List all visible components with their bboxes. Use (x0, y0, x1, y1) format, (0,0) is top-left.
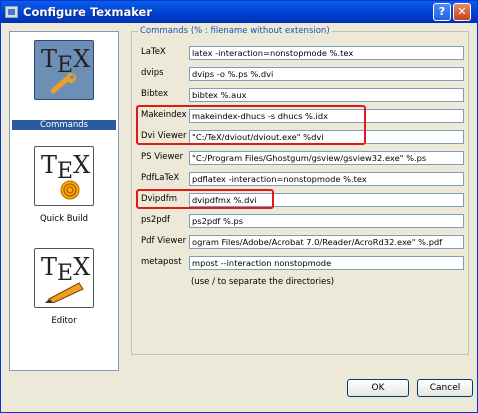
window-title: Configure Texmaker (23, 5, 153, 19)
sidebar-item-label: Quick Build (39, 214, 89, 224)
category-sidebar: TEX Commands TEX Quick Build TEX Editor (9, 31, 119, 371)
label-ps-viewer: PS Viewer (141, 152, 184, 162)
label-pdflatex: PdfLaTeX (141, 173, 180, 183)
sidebar-item-label: Commands (12, 120, 116, 130)
tex-logo: TEX (41, 151, 91, 184)
highlight-box (136, 105, 366, 145)
pdflatex-field[interactable]: pdflatex -interaction=nonstopmode %.tex (189, 172, 464, 186)
pdf-viewer-field[interactable]: ogram Files/Adobe/Acrobat 7.0/Reader/Acr… (189, 235, 464, 249)
help-button[interactable]: ? (433, 3, 451, 21)
label-dvips: dvips (141, 68, 164, 78)
bibtex-field[interactable]: bibtex %.aux (189, 88, 464, 102)
tex-logo: TEX (41, 45, 91, 78)
latex-field[interactable]: latex -interaction=nonstopmode %.tex (189, 46, 464, 60)
spiral-icon: TEX (34, 146, 94, 206)
title-bar[interactable]: Configure Texmaker ? ✕ (1, 1, 477, 23)
sidebar-item-commands[interactable]: TEX Commands (12, 36, 116, 136)
app-icon (5, 6, 18, 18)
cancel-button[interactable]: Cancel (417, 379, 473, 397)
configure-dialog: Configure Texmaker ? ✕ TEX Commands TEX (0, 0, 478, 413)
highlight-box (136, 189, 274, 209)
close-button[interactable]: ✕ (453, 3, 471, 21)
pencil-icon: TEX (34, 248, 94, 308)
sidebar-item-quick-build[interactable]: TEX Quick Build (12, 142, 116, 242)
label-bibtex: Bibtex (141, 89, 169, 99)
tex-logo: TEX (41, 253, 91, 286)
label-latex: LaTeX (141, 47, 166, 57)
dvips-field[interactable]: dvips -o %.ps %.dvi (189, 67, 464, 81)
directory-hint: (use / to separate the directories) (191, 277, 335, 287)
ps-viewer-field[interactable]: "C:/Program Files/Ghostgum/gsview/gsview… (189, 151, 464, 165)
sidebar-item-label: Editor (51, 316, 77, 326)
sidebar-item-editor[interactable]: TEX Editor (12, 244, 116, 344)
group-title: Commands (% : filename without extension… (138, 26, 332, 36)
ps2pdf-field[interactable]: ps2pdf %.ps (189, 214, 464, 228)
label-pdf-viewer: Pdf Viewer (141, 236, 187, 246)
label-ps2pdf: ps2pdf (141, 215, 171, 225)
ok-button[interactable]: OK (347, 379, 409, 397)
wrench-icon: TEX (34, 40, 94, 100)
label-metapost: metapost (141, 257, 182, 267)
metapost-field[interactable]: mpost --interaction nonstopmode (189, 256, 464, 270)
